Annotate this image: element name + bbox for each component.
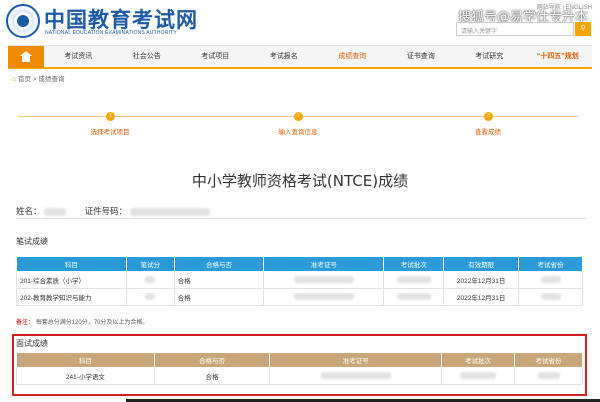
nav-item-exam-research[interactable]: 考试研究 xyxy=(455,46,524,67)
search-input[interactable]: 请输入关键字 xyxy=(456,22,574,36)
breadcrumb: ⌂ 首页 > 成绩查询 xyxy=(12,73,64,83)
col-province: 考试省份 xyxy=(518,256,583,272)
result-cell: 合格 xyxy=(173,288,265,306)
breadcrumb-home-link[interactable]: 首页 xyxy=(18,76,31,83)
site-header: 中国教育考试网 NATIONAL EDUCATION EXAMINATIONS … xyxy=(0,0,600,44)
breadcrumb-current: 成绩查询 xyxy=(38,76,65,83)
redacted-value xyxy=(396,293,431,301)
validity-cell: 2022年12月31日 xyxy=(443,271,520,289)
note-label: 备注： xyxy=(16,320,35,326)
province-cell xyxy=(514,367,583,385)
result-cell: 合格 xyxy=(153,367,271,385)
col-subject: 科目 xyxy=(16,256,127,272)
step-3-label: 查看成绩 xyxy=(475,129,501,136)
nav-item-score-query[interactable]: 成绩查询 xyxy=(318,46,387,67)
step-3-dot: 3 xyxy=(484,112,493,121)
batch-cell xyxy=(441,367,516,385)
site-logo-subtitle: NATIONAL EDUCATION EXAMINATIONS AUTHORIT… xyxy=(45,30,177,36)
written-score-table: 科目 笔试分 合格与否 准考证号 考试批次 有效期限 考试省份 201-综合素质… xyxy=(16,256,583,306)
step-2-dot: 2 xyxy=(294,112,303,121)
score-note: 备注： 每套总分满分120分，70分及以上为合格。 xyxy=(16,317,148,326)
subject-cell: 241-小学语文 xyxy=(16,367,155,385)
nav-home-button[interactable] xyxy=(8,46,44,68)
home-icon xyxy=(20,51,32,62)
col-subject: 科目 xyxy=(16,352,155,368)
note-text: 每套总分满分120分，70分及以上为合格。 xyxy=(35,320,149,326)
ticket-cell xyxy=(263,271,385,289)
search-icon: ⚲ xyxy=(580,25,586,32)
col-ticket: 准考证号 xyxy=(263,256,385,272)
col-batch: 考试批次 xyxy=(441,352,516,368)
interview-section-title: 面试成绩 xyxy=(16,339,48,348)
name-label: 姓名： xyxy=(16,206,42,216)
batch-cell xyxy=(383,271,445,289)
nav-item-five-year-plan[interactable]: “十四五”规划 xyxy=(524,46,593,67)
col-result: 合格与否 xyxy=(153,352,271,368)
ticket-cell xyxy=(269,367,443,385)
id-label: 证件号码： xyxy=(84,206,128,216)
name-value-redacted xyxy=(43,207,66,216)
score-cell xyxy=(125,271,175,289)
nav-item-announcements[interactable]: 社会公告 xyxy=(113,46,182,67)
redacted-value xyxy=(145,293,156,301)
table-row: 202-教育教学知识与能力 合格 2022年12月31日 xyxy=(16,288,583,306)
province-cell xyxy=(518,271,583,289)
redacted-value xyxy=(293,293,354,301)
col-score: 笔试分 xyxy=(125,256,175,272)
step-1-label: 选择考试项目 xyxy=(90,129,130,136)
breadcrumb-home-icon: ⌂ xyxy=(12,76,17,83)
redacted-value xyxy=(540,276,561,284)
ticket-cell xyxy=(263,288,385,306)
redacted-value xyxy=(320,372,391,380)
subject-cell: 201-综合素质（小学） xyxy=(16,271,127,289)
step-2-label: 输入查询信息 xyxy=(278,129,318,136)
nav-item-registration[interactable]: 考试报名 xyxy=(250,46,319,67)
table-header-row: 科目 笔试分 合格与否 准考证号 考试批次 有效期限 考试省份 xyxy=(16,256,583,272)
col-result: 合格与否 xyxy=(173,256,265,272)
validity-cell: 2022年12月31日 xyxy=(443,288,520,306)
redacted-value xyxy=(396,276,431,284)
candidate-info: 姓名： 证件号码： xyxy=(16,205,210,217)
redacted-value xyxy=(145,276,156,284)
info-divider xyxy=(16,218,586,219)
id-value-redacted xyxy=(129,207,210,216)
page-title: 中小学教师资格考试(NTCE)成绩 xyxy=(191,172,409,190)
province-cell xyxy=(518,288,583,306)
nav-item-exam-news[interactable]: 考试资讯 xyxy=(44,46,113,67)
logo-emblem-icon[interactable] xyxy=(6,4,40,38)
score-cell xyxy=(125,288,175,306)
nav-item-certificate-query[interactable]: 证书查询 xyxy=(387,46,456,67)
result-cell: 合格 xyxy=(173,271,265,289)
nav-item-exam-projects[interactable]: 考试项目 xyxy=(181,46,250,67)
batch-cell xyxy=(383,288,445,306)
col-ticket: 准考证号 xyxy=(269,352,443,368)
col-batch: 考试批次 xyxy=(383,256,445,272)
step-1-dot: 1 xyxy=(106,112,115,121)
breadcrumb-separator: > xyxy=(32,76,37,83)
main-nav: 考试资讯 社会公告 考试项目 考试报名 成绩查询 证书查询 考试研究 “十四五”… xyxy=(8,45,592,69)
redacted-value xyxy=(460,372,497,380)
interview-score-table: 科目 合格与否 准考证号 考试批次 考试省份 241-小学语文 合格 xyxy=(16,352,583,385)
redacted-value xyxy=(540,293,561,301)
redacted-value xyxy=(293,276,354,284)
table-header-row: 科目 合格与否 准考证号 考试批次 考试省份 xyxy=(16,352,583,368)
search-button[interactable]: ⚲ xyxy=(575,22,591,36)
col-province: 考试省份 xyxy=(514,352,583,368)
redacted-value xyxy=(537,372,560,380)
written-section-title: 笔试成绩 xyxy=(16,237,48,246)
col-validity: 有效期限 xyxy=(443,256,520,272)
subject-cell: 202-教育教学知识与能力 xyxy=(16,288,127,306)
table-row: 241-小学语文 合格 xyxy=(16,367,583,385)
table-row: 201-综合素质（小学） 合格 2022年12月31日 xyxy=(16,271,583,289)
